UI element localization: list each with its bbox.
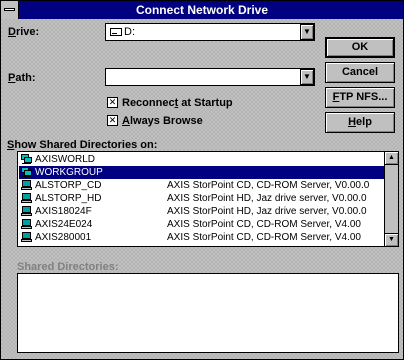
list-item-description: AXIS StorPoint HD, Jaz drive server, V0.… — [167, 193, 367, 204]
path-combobox[interactable]: ▼ — [105, 68, 315, 86]
list-item-name: AXISWORLD — [35, 154, 96, 165]
reconnect-checkbox[interactable]: ✕ — [107, 97, 118, 108]
scroll-down-button[interactable]: ▼ — [385, 233, 398, 246]
drive-value: D: — [124, 26, 135, 38]
list-item-name: ALSTORP_CD — [35, 180, 102, 191]
list-item[interactable]: WORKGROUP — [19, 166, 384, 179]
window-title: Connect Network Drive — [135, 3, 269, 17]
drive-icon — [110, 28, 122, 36]
list-item[interactable]: AXISWORLD — [19, 153, 384, 166]
drive-dropdown-button[interactable]: ▼ — [300, 24, 314, 40]
list-item-description: AXIS StorPoint CD, CD-ROM Server, V0.00.… — [167, 180, 370, 191]
computer-icon — [21, 219, 32, 229]
list-item[interactable]: AXIS280001 AXIS StorPoint CD, CD-ROM Serv… — [19, 231, 384, 244]
list-item-description: AXIS StorPoint CD, CD-ROM Server, V4.00 — [167, 219, 361, 230]
list-item[interactable]: ALSTORP_HD AXIS StorPoint HD, Jaz drive s… — [19, 192, 384, 205]
always-browse-label[interactable]: Always Browse — [122, 115, 203, 127]
system-menu-icon[interactable] — [1, 1, 19, 19]
list-item-name: ALSTORP_HD — [35, 193, 102, 204]
list-item-name: AXIS280001 — [35, 232, 92, 243]
shared-dirs-label: Shared Directories: — [17, 261, 119, 273]
ftp-nfs-button[interactable]: FTP NFS... — [325, 87, 395, 108]
help-button[interactable]: Help — [325, 112, 395, 133]
drive-label: Drive: — [8, 26, 40, 38]
list-item[interactable]: AXIS18024F AXIS StorPoint HD, Jaz drive s… — [19, 205, 384, 218]
computer-icon — [21, 232, 32, 242]
list-item-name: AXIS18024F — [35, 206, 92, 217]
list-item-name: AXIS24E024 — [35, 219, 93, 230]
shared-on-list[interactable]: AXISWORLD WORKGROUP ALSTORP_CD AXIS StorPoi… — [17, 151, 399, 247]
ok-button[interactable]: OK — [325, 37, 395, 58]
computer-icon — [21, 180, 32, 190]
drive-combobox[interactable]: D: ▼ — [105, 23, 315, 41]
path-label: Path: — [8, 72, 36, 84]
list-item-description: AXIS StorPoint HD, Jaz drive server, V0.… — [167, 206, 367, 217]
shared-on-label: Show Shared Directories on: — [7, 139, 158, 151]
computer-icon — [21, 206, 32, 216]
connect-network-drive-dialog: Connect Network Drive Drive: D: ▼ Path: … — [0, 0, 404, 360]
shared-dirs-list[interactable] — [17, 273, 399, 353]
cancel-button[interactable]: Cancel — [325, 62, 395, 83]
network-icon — [21, 167, 32, 177]
list-item-name: WORKGROUP — [35, 167, 103, 178]
list-item[interactable]: AXIS24E024 AXIS StorPoint CD, CD-ROM Serv… — [19, 218, 384, 231]
reconnect-label[interactable]: Reconnect at Startup — [122, 97, 233, 109]
list-item[interactable]: ALSTORP_CD AXIS StorPoint CD, CD-ROM Serv… — [19, 179, 384, 192]
scroll-up-button[interactable]: ▲ — [385, 152, 398, 165]
list-item-description: AXIS StorPoint CD, CD-ROM Server, V4.00 — [167, 232, 361, 243]
shared-on-scrollbar[interactable]: ▲ ▼ — [384, 152, 398, 246]
always-browse-checkbox[interactable]: ✕ — [107, 115, 118, 126]
path-dropdown-button[interactable]: ▼ — [300, 69, 314, 85]
computer-icon — [21, 193, 32, 203]
title-bar[interactable]: Connect Network Drive — [1, 1, 403, 19]
network-icon — [21, 154, 32, 164]
